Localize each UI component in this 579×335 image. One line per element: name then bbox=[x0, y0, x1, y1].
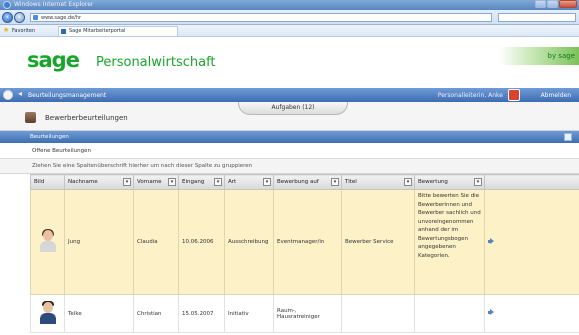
table-header-row: Bild Nachname ▾ Vorname ▾ Eingang ▾ Art ▾ Be… bbox=[30, 174, 579, 190]
cell-nachname: Telke bbox=[64, 294, 134, 333]
browser-titlebar: Windows Internet Explorer bbox=[0, 0, 579, 10]
product-name: Personalwirtschaft bbox=[96, 55, 216, 70]
main-navbar: ◂ Beurteilungsmanagement Personalleiteri… bbox=[0, 88, 579, 102]
filter-icon[interactable]: ▾ bbox=[168, 178, 176, 186]
close-button[interactable] bbox=[559, 0, 577, 8]
favorites-bar: ★ Favoriten Sage Mitarbeiterportal bbox=[0, 25, 579, 37]
cell-titel: Bewerber Service bbox=[341, 189, 415, 295]
column-header-bewerbung-auf[interactable]: Bewerbung auf ▾ bbox=[273, 174, 342, 190]
cell-vorname: Claudia bbox=[133, 189, 179, 295]
cell-bewerbung-auf: Raum-, Hausratreiniger bbox=[273, 294, 342, 333]
logout-icon[interactable] bbox=[508, 89, 520, 101]
home-icon[interactable] bbox=[3, 90, 13, 100]
cell-nachname: Jung bbox=[64, 189, 134, 295]
photo-cell bbox=[30, 294, 65, 333]
column-header-actions bbox=[484, 174, 579, 190]
current-user: Personalleiterin, Anke bbox=[437, 92, 503, 99]
filter-icon[interactable]: ▾ bbox=[474, 178, 482, 186]
browser-search-input[interactable] bbox=[498, 13, 576, 22]
page-title-band: Bewerberbeurteilungen Aufgaben (12) bbox=[0, 102, 579, 131]
collapse-icon[interactable] bbox=[564, 133, 572, 141]
column-header-nachname[interactable]: Nachname ▾ bbox=[64, 174, 134, 190]
url-field[interactable]: www.sage.de/hr bbox=[30, 13, 492, 22]
group-by-drop-area[interactable]: Ziehen Sie eine Spaltenüberschrift hierh… bbox=[0, 159, 579, 174]
cell-art: Initiativ bbox=[224, 294, 274, 333]
app-header: sage Personalwirtschaft by sage bbox=[0, 38, 579, 88]
address-bar: ‹ › www.sage.de/hr bbox=[0, 10, 579, 25]
tab-icon bbox=[61, 29, 66, 34]
speaker-icon[interactable] bbox=[488, 309, 496, 318]
avatar bbox=[39, 229, 57, 252]
breadcrumb[interactable]: Beurteilungsmanagement bbox=[28, 92, 106, 99]
filter-icon[interactable]: ▾ bbox=[123, 178, 131, 186]
favorites-label[interactable]: Favoriten bbox=[12, 28, 35, 34]
by-sage-tagline: by sage bbox=[499, 47, 579, 65]
minimize-button[interactable] bbox=[535, 0, 546, 8]
filter-icon[interactable]: ▾ bbox=[331, 178, 339, 186]
column-header-titel[interactable]: Titel ▾ bbox=[341, 174, 415, 190]
tasks-tab[interactable]: Aufgaben (12) bbox=[238, 102, 348, 115]
cell-bewerbung-auf: Eventmanager/in bbox=[273, 189, 342, 295]
browser-tab[interactable]: Sage Mitarbeiterportal bbox=[58, 26, 178, 36]
maximize-button[interactable] bbox=[547, 0, 558, 8]
back-arrow-icon[interactable]: ◂ bbox=[18, 89, 22, 98]
forward-button[interactable]: › bbox=[14, 12, 25, 23]
cell-eingang: 10.06.2006 bbox=[178, 189, 225, 295]
sage-logo: sage bbox=[27, 48, 80, 72]
cell-titel bbox=[341, 294, 415, 333]
photo-cell bbox=[30, 189, 65, 295]
cell-bewertung: Bitte bewerten Sie die Bewerberinnen und… bbox=[414, 189, 485, 295]
cell-eingang: 15.05.2007 bbox=[178, 294, 225, 333]
applicant-rating-icon bbox=[25, 112, 36, 123]
back-button[interactable]: ‹ bbox=[2, 12, 13, 23]
cell-actions bbox=[484, 189, 579, 295]
speaker-icon[interactable] bbox=[488, 238, 496, 247]
url-text: www.sage.de/hr bbox=[41, 15, 82, 21]
cell-vorname: Christian bbox=[133, 294, 179, 333]
filter-icon[interactable]: ▾ bbox=[214, 178, 222, 186]
panel-subtitle: Offene Beurteilungen bbox=[0, 143, 579, 159]
avatar bbox=[39, 300, 57, 324]
cell-bewertung bbox=[414, 294, 485, 333]
logout-button[interactable]: Abmelden bbox=[541, 92, 571, 99]
table-row[interactable]: Jung Claudia 10.06.2006 Ausschreibung Ev… bbox=[30, 189, 579, 295]
table-row[interactable]: Telke Christian 15.05.2007 Initiativ Rau… bbox=[30, 294, 579, 333]
page-icon bbox=[33, 15, 38, 20]
ratings-table: Bild Nachname ▾ Vorname ▾ Eingang ▾ Art ▾ Be… bbox=[30, 174, 579, 333]
column-header-bewertung[interactable]: Bewertung ▾ bbox=[414, 174, 485, 190]
column-header-vorname[interactable]: Vorname ▾ bbox=[133, 174, 179, 190]
favorites-star-icon[interactable]: ★ bbox=[3, 27, 9, 34]
window-controls bbox=[535, 0, 577, 8]
browser-title: Windows Internet Explorer bbox=[14, 1, 94, 8]
column-header-bild[interactable]: Bild bbox=[30, 174, 65, 190]
page-title: Bewerberbeurteilungen bbox=[45, 114, 128, 122]
filter-icon[interactable]: ▾ bbox=[404, 178, 412, 186]
column-header-eingang[interactable]: Eingang ▾ bbox=[178, 174, 225, 190]
ie-icon bbox=[3, 1, 11, 9]
panel-header: Beurteilungen bbox=[0, 131, 579, 143]
panel-title: Beurteilungen bbox=[30, 134, 69, 140]
column-header-art[interactable]: Art ▾ bbox=[224, 174, 274, 190]
cell-actions bbox=[484, 294, 579, 333]
cell-art: Ausschreibung bbox=[224, 189, 274, 295]
tab-label: Sage Mitarbeiterportal bbox=[69, 28, 126, 34]
filter-icon[interactable]: ▾ bbox=[263, 178, 271, 186]
